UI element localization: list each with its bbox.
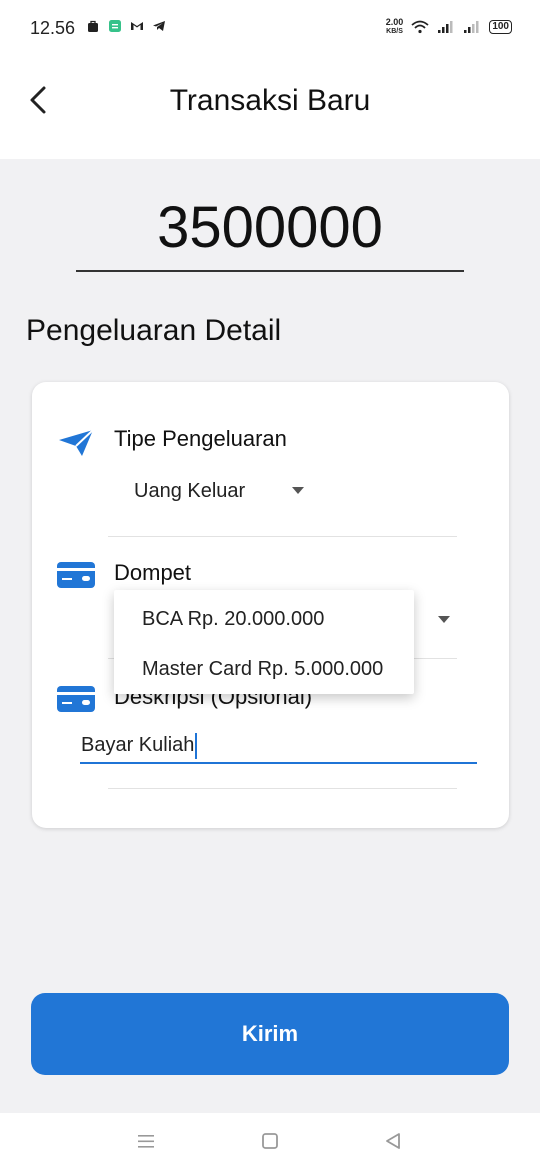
app-bar: Transaksi Baru bbox=[0, 58, 540, 159]
network-speed-unit: KB/S bbox=[386, 28, 403, 35]
system-indicators: 2.00 KB/S 100 bbox=[386, 18, 512, 36]
description-input-value: Bayar Kuliah bbox=[81, 734, 195, 756]
amount-input[interactable]: 3500000 bbox=[76, 188, 464, 272]
wallet-dropdown-menu: BCA Rp. 20.000.000 Master Card Rp. 5.000… bbox=[114, 590, 414, 694]
page-title: Transaksi Baru bbox=[169, 84, 371, 117]
wallet-option[interactable]: Master Card Rp. 5.000.000 bbox=[142, 658, 383, 681]
divider bbox=[108, 536, 457, 537]
status-time: 12.56 bbox=[30, 18, 76, 38]
section-title: Pengeluaran Detail bbox=[26, 314, 282, 347]
chevron-down-icon[interactable] bbox=[438, 616, 450, 623]
menu-icon[interactable] bbox=[135, 1130, 157, 1152]
signal-icon bbox=[438, 21, 453, 33]
type-field-label: Tipe Pengeluaran bbox=[114, 426, 287, 451]
wallet-field-label: Dompet bbox=[114, 560, 192, 585]
wifi-icon bbox=[411, 20, 429, 34]
network-speed-value: 2.00 bbox=[385, 17, 404, 27]
gmail-icon bbox=[131, 22, 143, 30]
notification-icons bbox=[86, 19, 166, 33]
network-speed: 2.00 KB/S bbox=[386, 18, 404, 36]
status-bar: 12.56 2.00 KB/S 100 bbox=[0, 0, 540, 58]
wallet-option[interactable]: BCA Rp. 20.000.000 bbox=[142, 608, 324, 631]
send-icon bbox=[59, 429, 94, 456]
card-icon bbox=[57, 686, 95, 712]
chevron-down-icon[interactable] bbox=[292, 487, 304, 494]
divider bbox=[108, 788, 457, 789]
battery-icon: 100 bbox=[489, 20, 512, 34]
home-square-icon[interactable] bbox=[259, 1130, 281, 1152]
signal-icon-2 bbox=[464, 21, 479, 33]
system-nav-bar bbox=[0, 1113, 540, 1170]
back-triangle-icon[interactable] bbox=[382, 1130, 404, 1152]
type-select[interactable]: Uang Keluar bbox=[134, 480, 245, 503]
telegram-icon bbox=[153, 21, 165, 31]
description-input[interactable]: Bayar Kuliah bbox=[80, 730, 477, 764]
bag-icon bbox=[88, 20, 98, 32]
submit-button[interactable]: Kirim bbox=[31, 993, 509, 1075]
text-cursor bbox=[195, 732, 198, 759]
card-icon bbox=[57, 562, 95, 588]
calendar-icon bbox=[109, 20, 121, 32]
